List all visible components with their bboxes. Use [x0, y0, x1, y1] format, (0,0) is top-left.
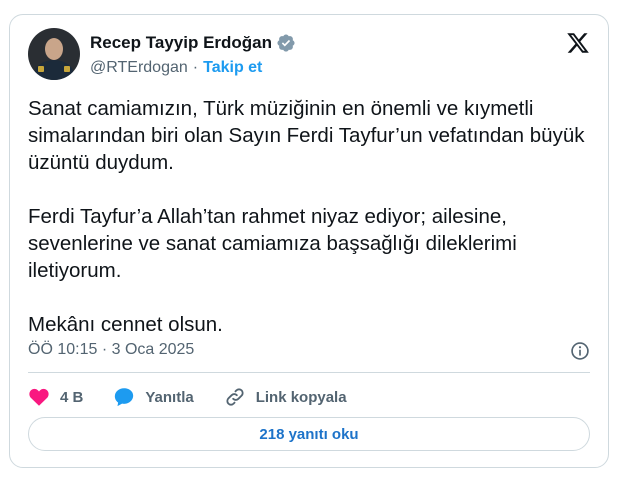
reply-button[interactable]: Yanıtla: [113, 386, 194, 408]
copy-link-label: Link kopyala: [255, 388, 347, 406]
action-bar: 4 B Yanıtla Link kopyala: [28, 386, 377, 408]
author-name[interactable]: Recep Tayyip Erdoğan: [90, 33, 272, 53]
info-icon[interactable]: [570, 341, 590, 361]
author-handle[interactable]: @RTErdogan: [90, 59, 188, 77]
copy-link-button[interactable]: Link kopyala: [224, 386, 347, 408]
follow-button[interactable]: Takip et: [203, 59, 262, 77]
avatar[interactable]: [28, 28, 80, 80]
like-count: 4 B: [60, 388, 84, 406]
link-icon: [226, 388, 244, 406]
reply-label: Yanıtla: [145, 388, 194, 406]
like-button[interactable]: 4 B: [28, 386, 83, 408]
separator: ·: [192, 59, 199, 76]
x-logo-icon[interactable]: [566, 31, 590, 55]
author-handle-row: @RTErdogan · Takip et: [90, 59, 262, 77]
tweet-card: Recep Tayyip Erdoğan @RTErdogan · Takip …: [9, 14, 609, 468]
author-name-row: Recep Tayyip Erdoğan: [90, 33, 296, 53]
read-replies-button[interactable]: 218 yanıtı oku: [28, 417, 590, 451]
reply-bubble-icon: [115, 388, 134, 407]
tweet-text: Sanat camiamızın, Türk müziğinin en önem…: [28, 97, 585, 336]
heart-icon: [29, 388, 49, 406]
verified-badge-icon: [277, 34, 295, 52]
divider: [28, 372, 590, 373]
tweet-timestamp[interactable]: ÖÖ 10:15 · 3 Oca 2025: [28, 341, 194, 359]
